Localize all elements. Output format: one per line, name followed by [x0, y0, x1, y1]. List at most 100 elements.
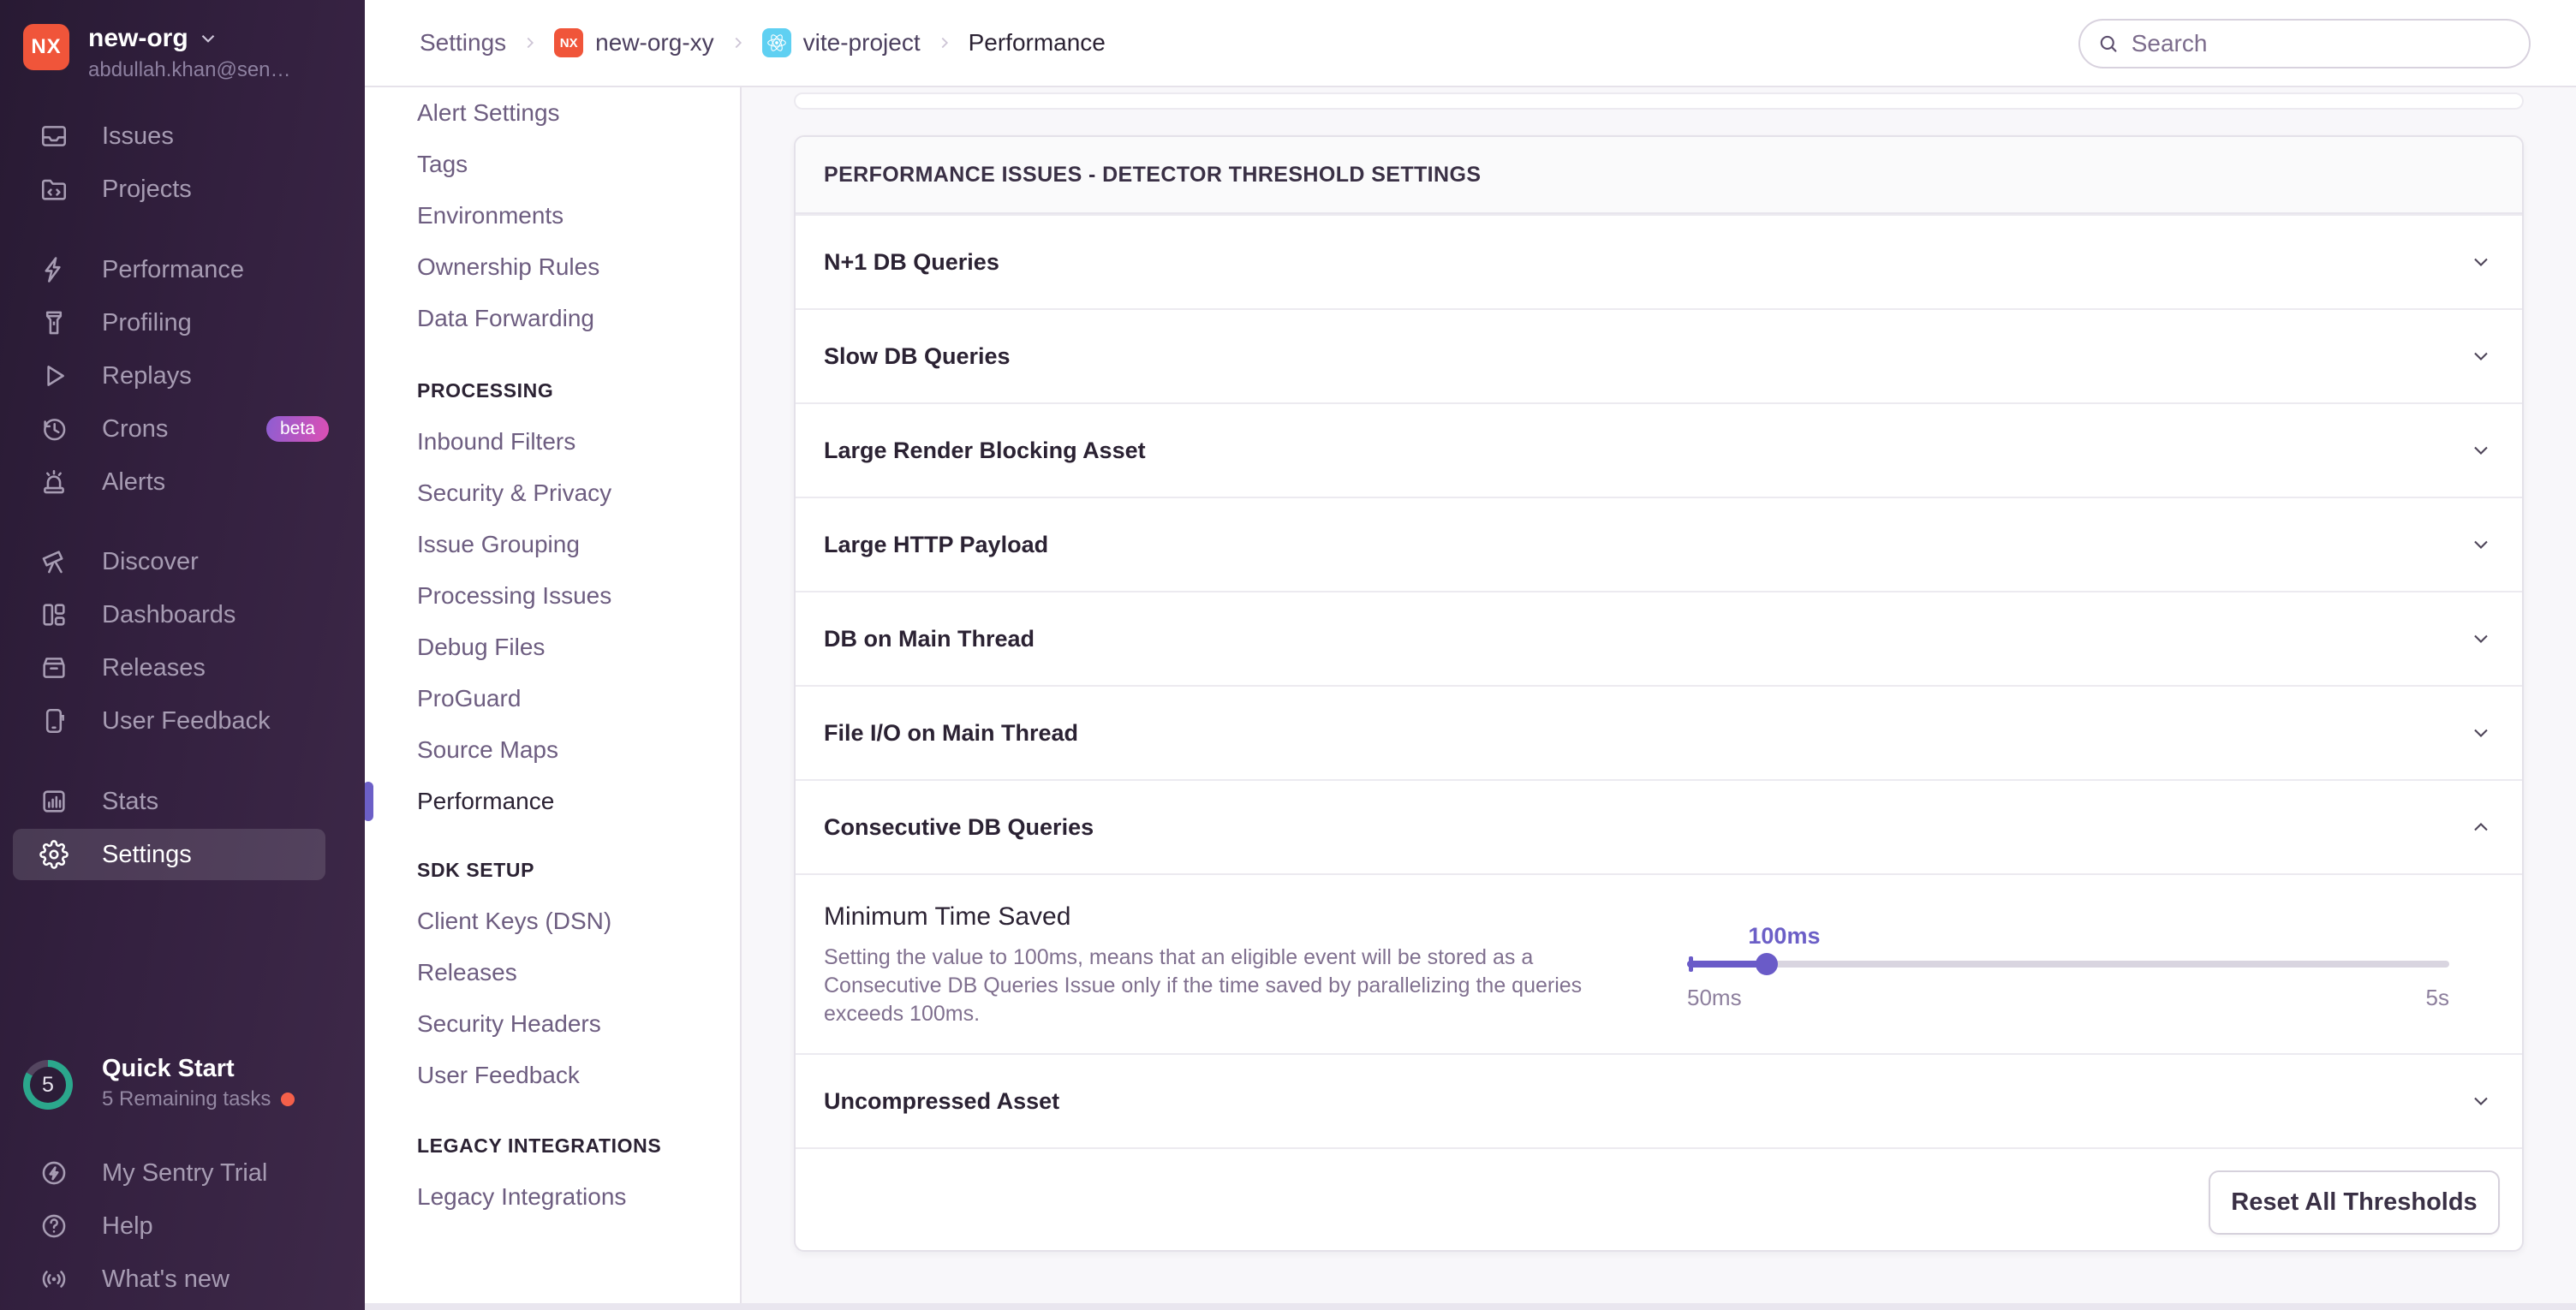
detector-threshold-panel: PERFORMANCE ISSUES - DETECTOR THRESHOLD … — [794, 135, 2524, 1252]
sidebar-group-1: Issues Projects — [0, 110, 365, 216]
sidebar-item-help[interactable]: Help — [0, 1200, 365, 1253]
detector-row-n-plus-one-db-queries[interactable]: N+1 DB Queries — [796, 214, 2522, 308]
nav-item-user-feedback[interactable]: User Feedback — [365, 1050, 740, 1101]
search-box[interactable] — [2078, 19, 2531, 68]
notification-dot — [281, 1093, 295, 1106]
org-name[interactable]: new-org — [88, 24, 188, 53]
quick-start-subtitle: 5 Remaining tasks — [102, 1087, 271, 1111]
org-avatar[interactable]: NX — [23, 24, 69, 70]
breadcrumb-settings[interactable]: Settings — [420, 29, 506, 57]
nav-item-inbound-filters[interactable]: Inbound Filters — [365, 416, 740, 467]
sidebar-item-projects[interactable]: Projects — [0, 163, 365, 216]
nav-item-debug-files[interactable]: Debug Files — [365, 622, 740, 673]
nav-item-performance[interactable]: Performance — [365, 776, 740, 827]
org-user-email: abdullah.khan@sen… — [88, 58, 291, 82]
chevron-down-icon — [2469, 250, 2493, 274]
nav-item-source-maps[interactable]: Source Maps — [365, 724, 740, 776]
nav-item-environments[interactable]: Environments — [365, 190, 740, 241]
detector-row-large-render-blocking-asset[interactable]: Large Render Blocking Asset — [796, 402, 2522, 497]
beta-badge: beta — [266, 416, 329, 442]
sidebar-item-replays[interactable]: Replays — [0, 349, 365, 402]
quick-start-progress-ring: 5 — [23, 1060, 73, 1110]
setting-description: Setting the value to 100ms, means that a… — [824, 944, 1646, 1028]
bottom-scroll-edge — [365, 1303, 2576, 1310]
trial-lightning-icon — [39, 1158, 69, 1188]
slider-track[interactable] — [1687, 961, 2449, 968]
nav-item-tags[interactable]: Tags — [365, 139, 740, 190]
sidebar-item-discover[interactable]: Discover — [0, 535, 365, 588]
app-sidebar: NX new-org abdullah.khan@sen… Issues Pro… — [0, 0, 365, 1310]
chevron-down-icon — [2469, 627, 2493, 651]
sidebar-item-crons[interactable]: Crons beta — [0, 402, 365, 456]
sidebar-item-label: Issues — [102, 122, 174, 151]
search-input[interactable] — [2132, 30, 2512, 57]
org-switcher[interactable]: NX new-org abdullah.khan@sen… — [23, 24, 291, 82]
setting-label: Minimum Time Saved — [824, 902, 1070, 932]
nav-item-issue-grouping[interactable]: Issue Grouping — [365, 519, 740, 570]
sidebar-item-label: Releases — [102, 654, 206, 682]
sidebar-item-label: What's new — [102, 1265, 230, 1294]
chevron-down-icon — [2469, 344, 2493, 368]
detector-row-uncompressed-asset[interactable]: Uncompressed Asset — [796, 1053, 2522, 1147]
sidebar-item-performance[interactable]: Performance — [0, 243, 365, 296]
sidebar-item-settings[interactable]: Settings — [0, 828, 365, 881]
detector-row-db-on-main-thread[interactable]: DB on Main Thread — [796, 591, 2522, 685]
sidebar-item-label: Stats — [102, 788, 158, 816]
nav-item-releases[interactable]: Releases — [365, 947, 740, 998]
sidebar-item-issues[interactable]: Issues — [0, 110, 365, 163]
nav-item-client-keys[interactable]: Client Keys (DSN) — [365, 896, 740, 947]
chevron-right-icon — [729, 33, 748, 52]
nav-item-security-headers[interactable]: Security Headers — [365, 998, 740, 1050]
broadcast-icon — [39, 1265, 69, 1294]
slider-thumb[interactable] — [1756, 953, 1778, 975]
slider-value-label: 100ms — [1748, 923, 1820, 950]
sidebar-item-alerts[interactable]: Alerts — [0, 456, 365, 509]
archive-icon — [39, 653, 69, 682]
reset-all-thresholds-button[interactable]: Reset All Thresholds — [2209, 1170, 2500, 1235]
nav-item-ownership-rules[interactable]: Ownership Rules — [365, 241, 740, 293]
panel-footer: Reset All Thresholds — [796, 1147, 2522, 1252]
sidebar-item-label: Projects — [102, 176, 192, 204]
search-icon — [2097, 32, 2120, 56]
consecutive-db-queries-settings: Minimum Time Saved Setting the value to … — [796, 873, 2522, 1053]
nav-header-processing: PROCESSING — [365, 365, 740, 416]
project-settings-nav: Alert Settings Tags Environments Ownersh… — [365, 87, 742, 1303]
profiling-icon — [39, 308, 69, 337]
sidebar-item-releases[interactable]: Releases — [0, 641, 365, 694]
nav-item-legacy-integrations[interactable]: Legacy Integrations — [365, 1171, 740, 1223]
detector-row-large-http-payload[interactable]: Large HTTP Payload — [796, 497, 2522, 591]
breadcrumb: Settings NX new-org-xy vite-project Perf… — [420, 0, 1106, 86]
react-project-icon — [762, 28, 791, 57]
detector-row-consecutive-db-queries[interactable]: Consecutive DB Queries — [796, 779, 2522, 873]
breadcrumb-project[interactable]: vite-project — [762, 28, 921, 57]
sidebar-group-3: Discover Dashboards Releases User Feedba… — [0, 535, 365, 747]
nav-item-proguard[interactable]: ProGuard — [365, 673, 740, 724]
sidebar-item-whats-new[interactable]: What's new — [0, 1253, 365, 1306]
chevron-down-icon — [2469, 533, 2493, 557]
chevron-down-icon — [2469, 721, 2493, 745]
threshold-slider: 100ms 50ms 5s — [1687, 875, 2449, 1055]
sidebar-item-dashboards[interactable]: Dashboards — [0, 588, 365, 641]
chevron-up-icon — [2469, 815, 2493, 839]
org-badge: NX — [554, 28, 583, 57]
projects-icon — [39, 175, 69, 204]
dashboard-icon — [39, 600, 69, 629]
sidebar-item-profiling[interactable]: Profiling — [0, 296, 365, 349]
nav-item-security-privacy[interactable]: Security & Privacy — [365, 467, 740, 519]
feedback-phone-icon — [39, 706, 69, 735]
quick-start-count: 5 — [30, 1067, 66, 1103]
detector-row-slow-db-queries[interactable]: Slow DB Queries — [796, 308, 2522, 402]
sidebar-item-stats[interactable]: Stats — [0, 775, 365, 828]
breadcrumb-organization[interactable]: NX new-org-xy — [554, 28, 713, 57]
sidebar-footer-group: My Sentry Trial Help What's new — [0, 1146, 365, 1306]
sidebar-item-my-sentry-trial[interactable]: My Sentry Trial — [0, 1146, 365, 1200]
nav-item-data-forwarding[interactable]: Data Forwarding — [365, 293, 740, 344]
detector-row-file-io-on-main-thread[interactable]: File I/O on Main Thread — [796, 685, 2522, 779]
nav-item-processing-issues[interactable]: Processing Issues — [365, 570, 740, 622]
telescope-icon — [39, 547, 69, 576]
sidebar-item-user-feedback[interactable]: User Feedback — [0, 694, 365, 747]
quick-start-panel[interactable]: 5 Quick Start 5 Remaining tasks — [0, 1055, 365, 1111]
nav-item-alert-settings[interactable]: Alert Settings — [365, 87, 740, 139]
panel-title: PERFORMANCE ISSUES - DETECTOR THRESHOLD … — [796, 137, 2522, 214]
sidebar-item-label: Profiling — [102, 309, 192, 337]
